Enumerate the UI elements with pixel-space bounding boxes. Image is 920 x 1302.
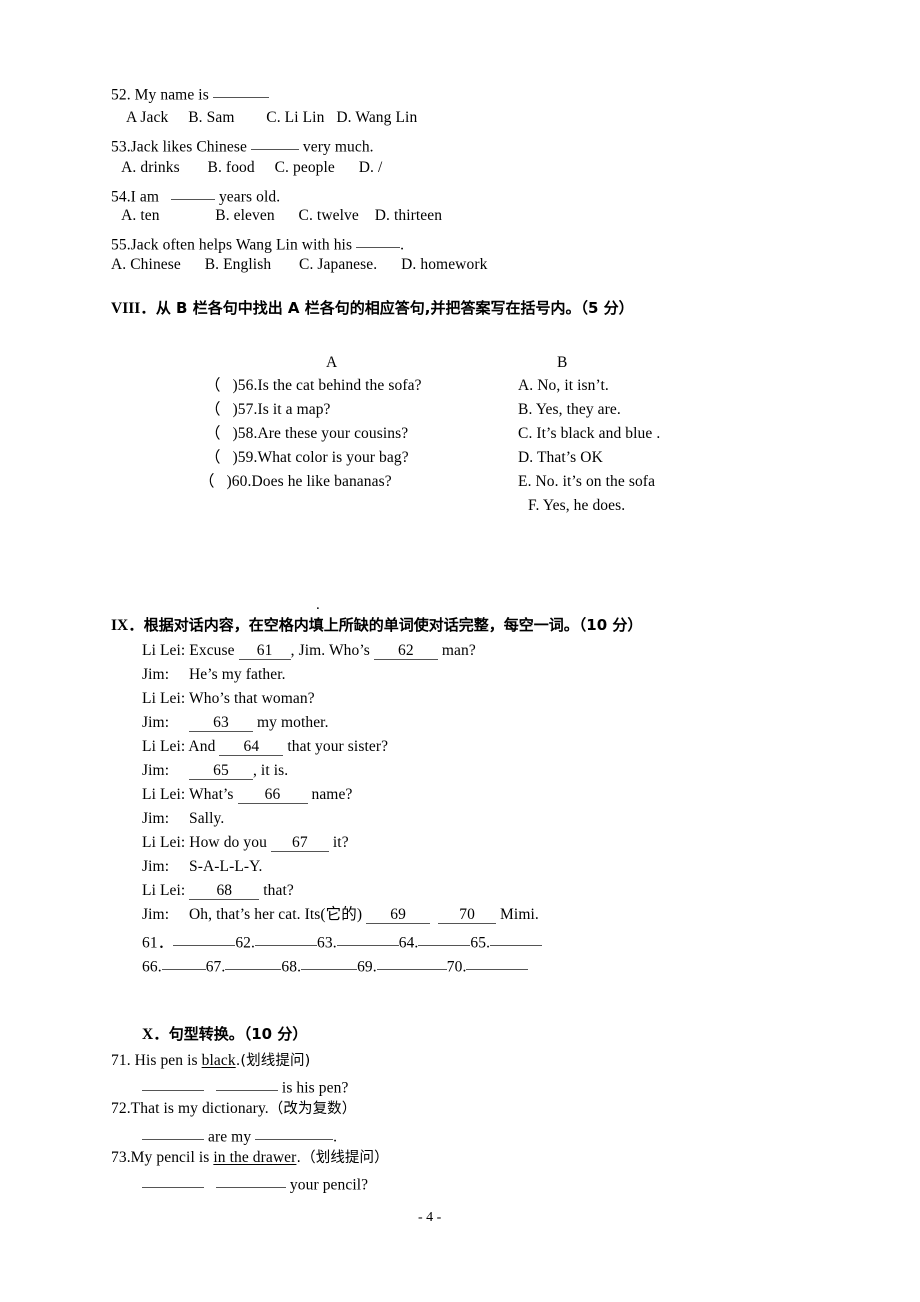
section-x-heading: X．句型转换。（10 分） [142, 1025, 308, 1043]
match-option-a: A. No, it isn’t. [518, 377, 609, 394]
match-item-58: （ )58.Are these your cousins? [205, 425, 409, 442]
answer-blank [142, 1077, 204, 1091]
dialogue-blank-65: 65 [188, 763, 253, 780]
answer-blank [142, 1174, 204, 1188]
dialogue-line-3: Li Lei: Who’s that woman? [142, 690, 315, 707]
dialogue-line-1: Li Lei: Excuse 61, Jim. Who’s 62 man? [142, 642, 476, 660]
question-55-stem: 55.Jack often helps Wang Lin with his . [111, 234, 404, 253]
answer-blank-62 [255, 932, 317, 946]
exam-page: 52. My name is A Jack B. Sam C. Li Lin D… [0, 0, 920, 1302]
question-53-stem: 53.Jack likes Chinese very much. [111, 136, 374, 155]
answer-blank [356, 234, 401, 248]
answer-blank [215, 1077, 278, 1091]
underlined-phrase: in the drawer [213, 1149, 297, 1166]
transform-item-71-answer: is his pen? [142, 1077, 348, 1096]
match-item-57: （ )57.Is it a map? [205, 401, 331, 418]
dialogue-blank-64: 64 [219, 739, 284, 756]
answer-blank-70 [466, 956, 529, 970]
answer-blank [142, 1126, 204, 1140]
answer-row-66-70: 66. 67. 68. 69. 70. [142, 956, 529, 975]
question-54-options: A. ten B. eleven C. twelve D. thirteen [118, 207, 443, 224]
answer-blank [170, 186, 215, 200]
dialogue-line-7: Li Lei: What’s 66 name? [142, 786, 353, 804]
dialogue-line-4: Jim: 63 my mother. [142, 714, 329, 732]
answer-blank [215, 1174, 286, 1188]
stray-dot-mark: . [316, 597, 320, 613]
column-a-header: A [326, 354, 338, 371]
dialogue-blank-69: 69 [366, 907, 431, 924]
dialogue-line-9: Li Lei: How do you 67 it? [142, 834, 349, 852]
page-number: - 4 - [418, 1210, 442, 1225]
answer-blank-65 [490, 932, 543, 946]
dialogue-line-5: Li Lei: And 64 that your sister? [142, 738, 389, 756]
question-54-stem: 54.I am years old. [111, 186, 280, 205]
match-option-c: C. It’s black and blue . [518, 425, 661, 442]
match-item-59: （ )59.What color is your bag? [205, 449, 409, 466]
dialogue-blank-68: 68 [189, 883, 260, 900]
dialogue-line-6: Jim: 65, it is. [142, 762, 289, 780]
dialogue-line-8: Jim: Sally. [142, 810, 225, 827]
match-option-b: B. Yes, they are. [518, 401, 621, 418]
question-52-options: A Jack B. Sam C. Li Lin D. Wang Lin [126, 109, 418, 126]
match-option-f: F. Yes, he does. [528, 497, 626, 514]
transform-item-72-prompt: 72.That is my dictionary.（改为复数） [111, 1100, 357, 1117]
section-viii-heading: VIII．从 B 栏各句中找出 A 栏各句的相应答句,并把答案写在括号内。（5 … [111, 299, 634, 317]
answer-blank-69 [376, 956, 447, 970]
answer-blank [212, 84, 269, 98]
dialogue-blank-62: 62 [373, 643, 438, 660]
dialogue-blank-66: 66 [237, 787, 308, 804]
answer-blank-67 [225, 956, 282, 970]
question-53-options: A. drinks B. food C. people D. / [118, 159, 383, 176]
match-option-e: E. No. it’s on the sofa [518, 473, 656, 490]
column-b-header: B [557, 354, 568, 371]
answer-blank [255, 1126, 334, 1140]
section-ix-heading: IX．根据对话内容，在空格内填上所缺的单词使对话完整，每空一词。（10 分） [111, 616, 643, 634]
dialogue-blank-70: 70 [438, 907, 497, 924]
answer-blank-63 [336, 932, 399, 946]
question-52-stem: 52. My name is [111, 84, 269, 103]
answer-blank-68 [301, 956, 358, 970]
dialogue-blank-63: 63 [188, 715, 253, 732]
question-55-options: A. Chinese B. English C. Japanese. D. ho… [111, 256, 488, 273]
match-item-56: （ )56.Is the cat behind the sofa? [205, 377, 422, 394]
answer-blank-66 [161, 956, 206, 970]
answer-blank [250, 136, 299, 150]
answer-blank-61 [173, 932, 236, 946]
dialogue-line-12: Jim: Oh, that’s her cat. Its(它的) 69 70 M… [142, 906, 539, 924]
transform-item-73-answer: your pencil? [142, 1174, 368, 1193]
underlined-phrase: black [201, 1052, 236, 1069]
dialogue-blank-61: 61 [238, 643, 291, 660]
dialogue-line-2: Jim: He’s my father. [142, 666, 286, 683]
dialogue-blank-67: 67 [270, 835, 329, 852]
answer-blank-64 [418, 932, 471, 946]
dialogue-line-10: Jim: S-A-L-L-Y. [142, 858, 263, 875]
answer-row-61-65: 61． 62. 63. 64. 65. [142, 932, 543, 951]
match-option-d: D. That’s OK [518, 449, 603, 466]
transform-item-71-prompt: 71. His pen is black.(划线提问) [111, 1052, 311, 1069]
match-item-60: （ )60.Does he like bananas? [199, 473, 392, 490]
transform-item-73-prompt: 73.My pencil is in the drawer.（划线提问） [111, 1149, 389, 1166]
transform-item-72-answer: are my . [142, 1126, 337, 1145]
dialogue-line-11: Li Lei: 68 that? [142, 882, 294, 900]
